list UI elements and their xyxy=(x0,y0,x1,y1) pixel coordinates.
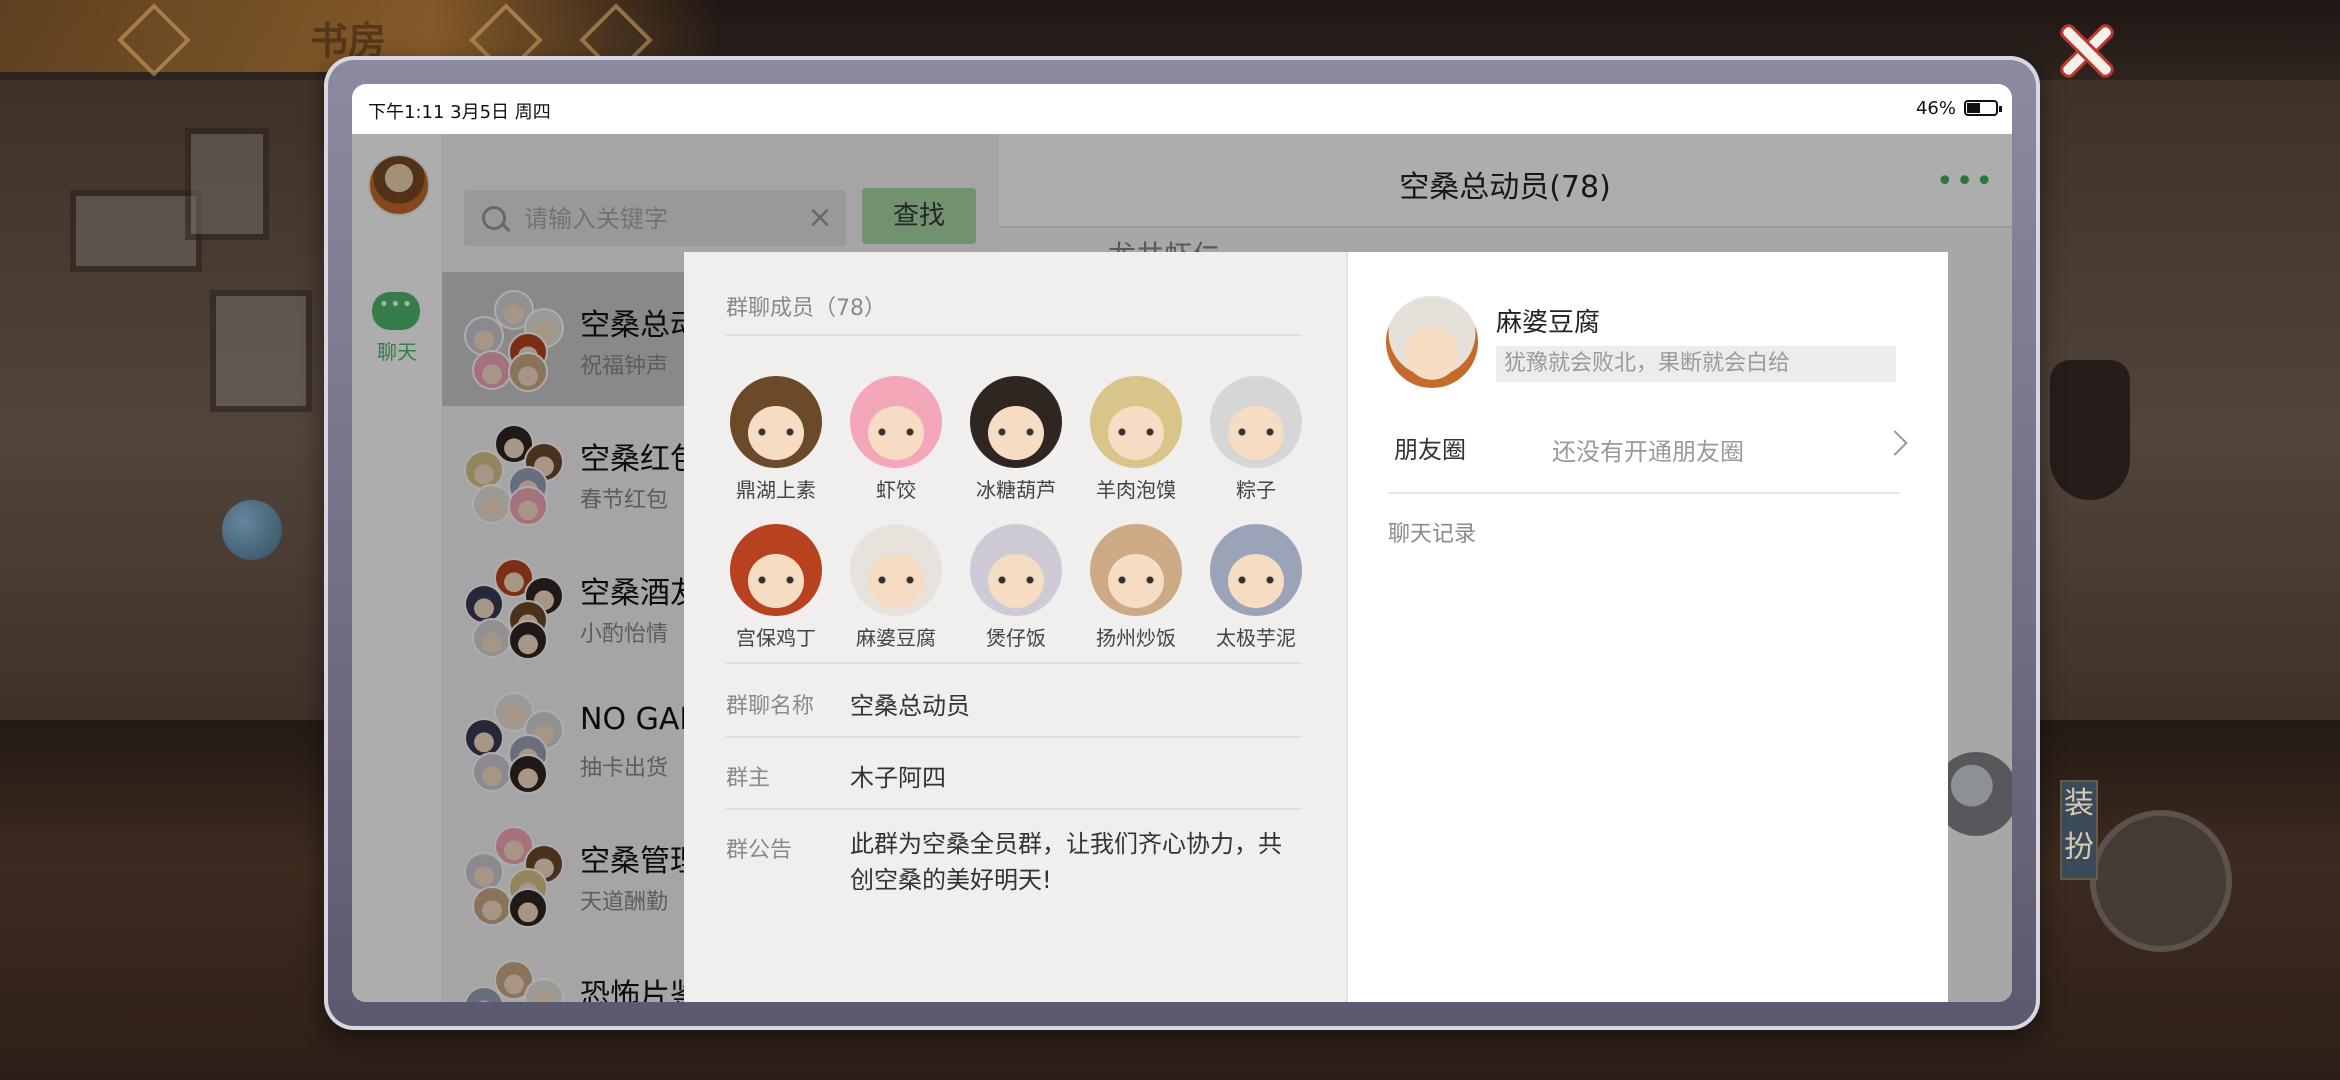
member-avatar xyxy=(1090,524,1182,616)
tablet-device: 下午1:11 3月5日 周四 46% 聊天 × 查找 空桑总动祝福钟声空桑红包春… xyxy=(324,56,2040,1030)
close-icon[interactable] xyxy=(2058,22,2114,78)
group-info-panel: 群聊成员（78） 鼎湖上素 虾饺 冰糖葫芦 羊肉泡馍 粽子宫保鸡丁 麻婆豆腐 煲仔饭 扬州炒饭… xyxy=(684,252,1348,1002)
member-name: 粽子 xyxy=(1236,478,1276,502)
member-avatar xyxy=(970,376,1062,468)
battery-icon xyxy=(1964,100,2002,116)
group-name-label: 群聊名称 xyxy=(726,694,815,719)
member-profile-card: 麻婆豆腐 犹豫就会败北，果断就会白给 朋友圈 还没有开通朋友圈 聊天记录 xyxy=(1348,252,1948,1002)
wall-frame xyxy=(70,190,202,272)
member-name: 宫保鸡丁 xyxy=(736,626,816,650)
member-name: 虾饺 xyxy=(876,478,916,502)
group-member[interactable]: 扬州炒饭 xyxy=(1086,524,1186,651)
member-avatar xyxy=(730,524,822,616)
member-name: 鼎湖上素 xyxy=(736,478,816,502)
divider xyxy=(726,334,1302,336)
dress-mirror-icon[interactable] xyxy=(2090,810,2232,952)
group-member[interactable]: 冰糖葫芦 xyxy=(966,376,1066,503)
member-avatar xyxy=(1090,376,1182,468)
decor-vase xyxy=(2050,360,2130,500)
group-notice-label: 群公告 xyxy=(726,838,793,863)
member-avatar xyxy=(970,524,1062,616)
profile-signature: 犹豫就会败北，果断就会白给 xyxy=(1496,346,1896,382)
member-name: 扬州炒饭 xyxy=(1096,626,1176,650)
divider xyxy=(726,662,1302,664)
chat-history-link[interactable]: 聊天记录 xyxy=(1388,516,1476,548)
member-name: 冰糖葫芦 xyxy=(976,478,1056,502)
group-member[interactable]: 煲仔饭 xyxy=(966,524,1066,651)
member-avatar xyxy=(850,376,942,468)
member-avatar xyxy=(1210,376,1302,468)
group-member[interactable]: 鼎湖上素 xyxy=(726,376,826,503)
battery-fill xyxy=(1967,103,1980,113)
divider xyxy=(726,808,1302,810)
member-avatar xyxy=(850,524,942,616)
group-member[interactable]: 麻婆豆腐 xyxy=(846,524,946,651)
moments-label[interactable]: 朋友圈 xyxy=(1394,430,1466,465)
wall-frame xyxy=(185,128,269,240)
battery-percent: 46% xyxy=(1915,98,1956,119)
group-owner-label: 群主 xyxy=(726,766,771,791)
member-name: 煲仔饭 xyxy=(986,626,1046,650)
member-avatar xyxy=(730,376,822,468)
member-avatar xyxy=(1210,524,1302,616)
chevron-right-icon[interactable] xyxy=(1882,430,1908,456)
group-notice-text: 此群为空桑全员群，让我们齐心协力，共创空桑的美好明天! xyxy=(850,830,1282,894)
divider xyxy=(726,736,1302,738)
moments-value[interactable]: 还没有开通朋友圈 xyxy=(1552,432,1744,467)
group-owner-value[interactable]: 木子阿四 xyxy=(850,758,946,793)
group-member[interactable]: 宫保鸡丁 xyxy=(726,524,826,651)
member-name: 麻婆豆腐 xyxy=(856,626,936,650)
divider xyxy=(1388,492,1900,494)
group-member[interactable]: 羊肉泡馍 xyxy=(1086,376,1186,503)
group-name-value[interactable]: 空桑总动员 xyxy=(850,686,970,721)
member-name: 羊肉泡馍 xyxy=(1096,478,1176,502)
group-member[interactable]: 粽子 xyxy=(1206,376,1306,503)
dress-up-button[interactable]: 装扮 xyxy=(2060,780,2098,880)
status-time: 下午1:11 3月5日 周四 xyxy=(368,102,551,123)
member-name: 太极芋泥 xyxy=(1216,626,1296,650)
globe-decor xyxy=(222,500,282,560)
group-member[interactable]: 太极芋泥 xyxy=(1206,524,1306,651)
tablet-screen: 下午1:11 3月5日 周四 46% 聊天 × 查找 空桑总动祝福钟声空桑红包春… xyxy=(352,84,2012,1002)
profile-avatar xyxy=(1386,296,1478,388)
profile-name: 麻婆豆腐 xyxy=(1496,308,1601,338)
wall-painting xyxy=(210,290,312,412)
status-bar: 下午1:11 3月5日 周四 46% xyxy=(352,84,2012,134)
group-member[interactable]: 虾饺 xyxy=(846,376,946,503)
group-members-title: 群聊成员（78） xyxy=(726,296,886,321)
